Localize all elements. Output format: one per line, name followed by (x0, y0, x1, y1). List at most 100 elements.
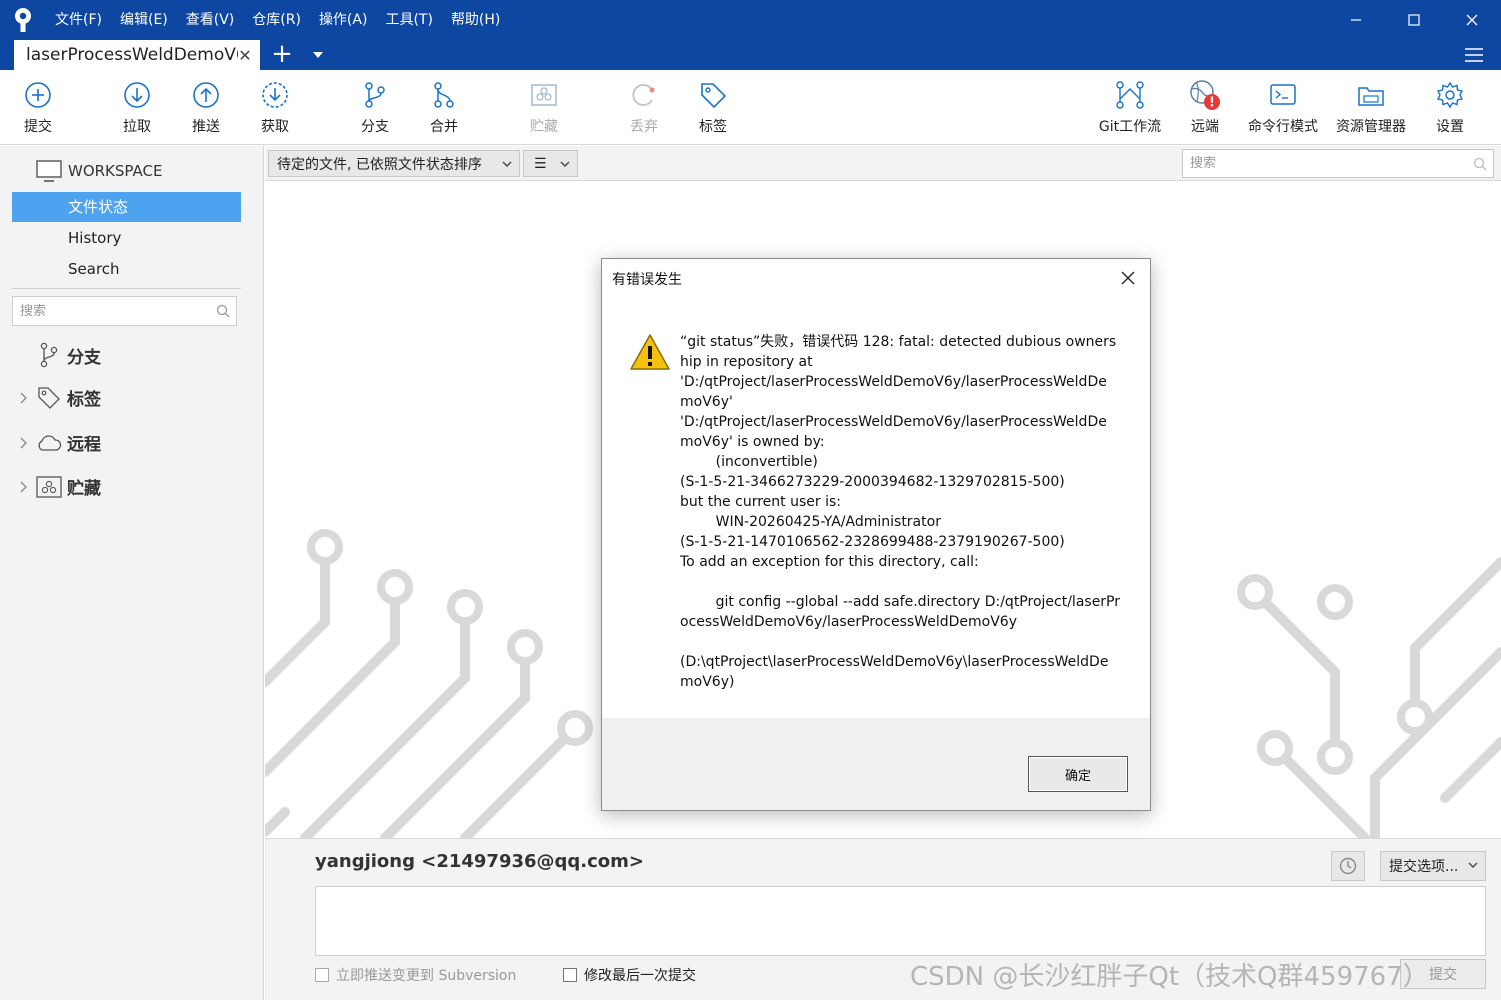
menu-tools[interactable]: 工具(T) (376, 0, 441, 40)
menu-edit[interactable]: 编辑(E) (111, 0, 177, 40)
toolbar: 提交 拉取 推送 获取 分支 合并 贮藏 丢弃 标签 Git工作流 ! 远端 命… (0, 70, 1501, 145)
commit-button[interactable]: 提交 (0, 78, 76, 136)
search-icon (1467, 157, 1493, 171)
dialog-close-button[interactable] (1114, 265, 1142, 291)
caret-down-icon (313, 52, 323, 58)
push-label: 推送 (192, 119, 220, 135)
file-filter-bar: 待定的文件, 已依照文件状态排序 ☰ (265, 146, 1501, 181)
commit-label: 提交 (24, 119, 52, 135)
sidebar-divider (12, 288, 241, 289)
view-mode-dropdown[interactable]: ☰ (523, 150, 578, 177)
sourcetree-logo-icon[interactable] (0, 0, 46, 40)
settings-label: 设置 (1436, 119, 1464, 135)
error-message: “git status”失败，错误代码 128: fatal: detected… (680, 334, 1121, 690)
arrow-down-circle-icon (123, 78, 151, 112)
explorer-button[interactable]: 资源管理器 (1333, 78, 1409, 136)
discard-button[interactable]: 丢弃 (606, 78, 682, 136)
maximize-icon (1408, 14, 1420, 26)
stash-button[interactable]: 贮藏 (506, 78, 582, 136)
workspace-header: WORKSPACE (36, 160, 162, 182)
branch-button[interactable]: 分支 (337, 78, 413, 136)
push-to-svn-label: 立即推送变更到 Subversion (336, 968, 517, 984)
branch-label: 分支 (361, 119, 389, 135)
dialog-title: 有错误发生 (612, 272, 682, 288)
amend-commit-checkbox[interactable]: 修改最后一次提交 (563, 965, 696, 985)
clock-icon (1339, 857, 1357, 875)
sidebar-item-history[interactable]: History (12, 223, 241, 253)
settings-button[interactable]: 设置 (1412, 78, 1488, 136)
chevron-right-icon[interactable] (14, 437, 34, 449)
menu-actions[interactable]: 操作(A) (310, 0, 377, 40)
branch-icon (362, 78, 388, 112)
branch-icon (34, 342, 64, 368)
pull-button[interactable]: 拉取 (99, 78, 175, 136)
commit-author: yangjiong <21497936@qq.com> (315, 851, 645, 872)
discard-label: 丢弃 (630, 119, 658, 135)
menu-view[interactable]: 查看(V) (177, 0, 244, 40)
commit-options-label: 提交选项... (1389, 859, 1459, 875)
stash-icon (34, 475, 64, 498)
tag-icon (699, 78, 727, 112)
minimize-button[interactable] (1327, 0, 1385, 40)
menu-repository[interactable]: 仓库(R) (243, 0, 310, 40)
maximize-button[interactable] (1385, 0, 1443, 40)
fetch-label: 获取 (261, 119, 289, 135)
close-window-button[interactable] (1443, 0, 1501, 40)
workspace-label: WORKSPACE (68, 162, 163, 180)
sidebar-group-remotes[interactable]: 远程 (14, 430, 101, 455)
svg-text:!: ! (1209, 96, 1215, 111)
pull-label: 拉取 (123, 119, 151, 135)
git-flow-button[interactable]: Git工作流 (1092, 78, 1168, 136)
stash-icon (530, 78, 558, 112)
monitor-icon (36, 160, 62, 182)
globe-icon: ! (1188, 78, 1222, 112)
chevron-down-icon (560, 161, 570, 167)
chevron-down-icon (1468, 862, 1478, 868)
merge-icon (431, 78, 457, 112)
commit-history-button[interactable] (1331, 851, 1365, 881)
tab-list-dropdown[interactable] (308, 40, 328, 70)
terminal-icon (1269, 78, 1297, 112)
fetch-icon (261, 78, 289, 112)
remote-button[interactable]: ! 远端 (1167, 78, 1243, 136)
hamburger-menu-button[interactable] (1460, 40, 1488, 70)
push-button[interactable]: 推送 (168, 78, 244, 136)
error-dialog: 有错误发生 “git status”失败，错误代码 128: fatal: de… (601, 258, 1151, 811)
sidebar-search-input[interactable] (13, 303, 210, 319)
merge-button[interactable]: 合并 (406, 78, 482, 136)
push-to-svn-checkbox[interactable]: 立即推送变更到 Subversion (315, 965, 516, 985)
add-tab-button[interactable]: + (270, 40, 294, 70)
repo-tab[interactable]: laserProcessWeldDemoV6y ✕ (14, 40, 260, 70)
commit-message-input[interactable] (315, 886, 1486, 956)
search-icon (210, 304, 236, 318)
file-search-input[interactable] (1183, 156, 1467, 171)
commit-options-dropdown[interactable]: 提交选项... (1380, 851, 1486, 881)
menu-help[interactable]: 帮助(H) (442, 0, 509, 40)
close-icon (1121, 271, 1135, 285)
file-filter-dropdown[interactable]: 待定的文件, 已依照文件状态排序 (268, 150, 520, 177)
close-icon (1466, 14, 1478, 26)
chevron-down-icon (502, 161, 512, 167)
stash-label: 贮藏 (530, 119, 558, 135)
tag-button[interactable]: 标签 (675, 78, 751, 136)
sidebar: WORKSPACE 文件状态 History Search 分支 标签 远程 贮… (0, 146, 264, 1000)
sidebar-group-stashes[interactable]: 贮藏 (14, 474, 101, 499)
chevron-right-icon[interactable] (14, 392, 34, 404)
sidebar-item-search[interactable]: Search (12, 254, 241, 284)
fetch-button[interactable]: 获取 (237, 78, 313, 136)
discard-icon (630, 78, 658, 112)
ok-button[interactable]: 确定 (1028, 756, 1128, 792)
menu-file[interactable]: 文件(F) (46, 0, 111, 40)
title-bar: 文件(F) 编辑(E) 查看(V) 仓库(R) 操作(A) 工具(T) 帮助(H… (0, 0, 1501, 40)
sidebar-group-tags[interactable]: 标签 (14, 385, 101, 410)
folder-icon (1356, 78, 1386, 112)
sidebar-item-file-status[interactable]: 文件状态 (12, 192, 241, 222)
terminal-label: 命令行模式 (1248, 119, 1318, 135)
tab-close-icon[interactable]: ✕ (236, 46, 254, 65)
repo-tab-title: laserProcessWeldDemoV6y (26, 45, 238, 65)
sidebar-group-branches[interactable]: 分支 (14, 342, 101, 368)
git-flow-icon (1115, 78, 1145, 112)
merge-label: 合并 (430, 119, 458, 135)
terminal-button[interactable]: 命令行模式 (1245, 78, 1321, 136)
chevron-right-icon[interactable] (14, 481, 34, 493)
